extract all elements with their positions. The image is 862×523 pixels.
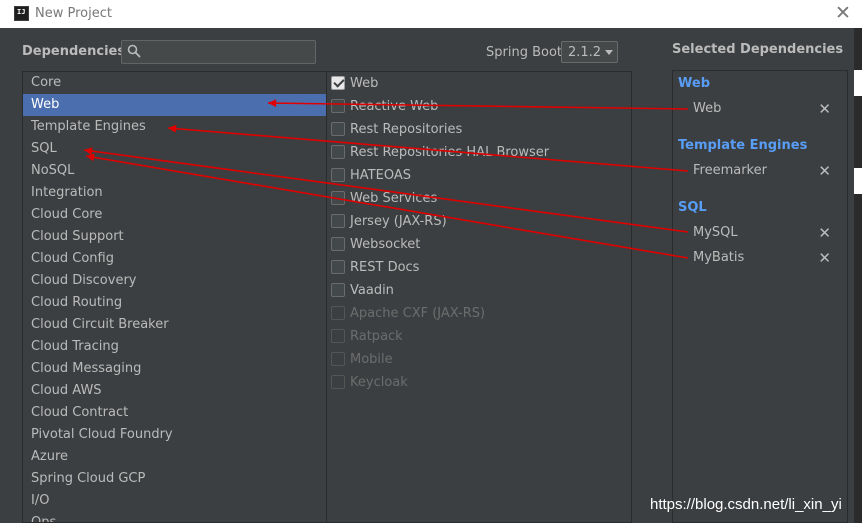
dependency-checkbox[interactable] [331, 214, 345, 228]
dependency-item[interactable]: Rest Repositories [331, 119, 627, 141]
selected-group-heading: SQL [678, 200, 707, 215]
dependency-label: Jersey (JAX-RS) [350, 214, 447, 229]
close-icon[interactable]: ✕ [832, 4, 854, 24]
spring-boot-label: Spring Boot [486, 45, 563, 60]
dependency-item[interactable]: REST Docs [331, 257, 627, 279]
title-bar: IJ New Project ✕ [0, 0, 862, 28]
dependency-checkbox[interactable] [331, 191, 345, 205]
dependency-checkbox [331, 375, 345, 389]
dependency-item[interactable]: Web [331, 73, 627, 95]
selected-dependency-item: Freemarker ✕ [693, 162, 843, 183]
category-item[interactable]: NoSQL [23, 160, 326, 182]
dependency-label: Rest Repositories HAL Browser [350, 145, 550, 160]
dependency-list[interactable]: Web Reactive Web Rest Repositories Rest Rep… [326, 71, 632, 523]
dependency-checkbox[interactable] [331, 76, 345, 90]
dependency-item: Apache CXF (JAX-RS) [331, 303, 627, 325]
category-item[interactable]: Pivotal Cloud Foundry [23, 424, 326, 446]
selected-dependency-label: MyBatis [693, 250, 745, 265]
category-item[interactable]: Integration [23, 182, 326, 204]
intellij-app-icon: IJ [14, 6, 29, 21]
dependency-item[interactable]: Rest Repositories HAL Browser [331, 142, 627, 164]
category-item[interactable]: Web [23, 94, 326, 116]
category-item[interactable]: Spring Cloud GCP [23, 468, 326, 490]
selected-dependencies-title: Selected Dependencies [672, 42, 844, 57]
selected-dependency-label: MySQL [693, 225, 738, 240]
dependency-label: Ratpack [350, 329, 403, 344]
dependency-checkbox [331, 329, 345, 343]
category-item[interactable]: Cloud Messaging [23, 358, 326, 380]
dependency-item[interactable]: HATEOAS [331, 165, 627, 187]
category-item[interactable]: Azure [23, 446, 326, 468]
dependency-item[interactable]: Websocket [331, 234, 627, 256]
background-strip-mark [854, 168, 862, 194]
dependency-item: Ratpack [331, 326, 627, 348]
category-item[interactable]: Cloud Circuit Breaker [23, 314, 326, 336]
dependency-label: Websocket [350, 237, 421, 252]
category-list[interactable]: Core Web Template Engines SQL NoSQL Integrati… [22, 71, 327, 523]
spring-boot-version-select[interactable]: 2.1.2 [561, 41, 618, 63]
dependency-checkbox[interactable] [331, 145, 345, 159]
category-item[interactable]: Cloud Discovery [23, 270, 326, 292]
chevron-down-icon [605, 50, 613, 55]
dependency-label: REST Docs [350, 260, 420, 275]
selected-dependency-item: MyBatis ✕ [693, 249, 843, 270]
background-strip-mark [854, 70, 862, 96]
dependency-checkbox[interactable] [331, 122, 345, 136]
dependency-checkbox[interactable] [331, 260, 345, 274]
dependency-item[interactable]: Jersey (JAX-RS) [331, 211, 627, 233]
dependency-label: Vaadin [350, 283, 394, 298]
dependency-checkbox[interactable] [331, 99, 345, 113]
dependency-label: HATEOAS [350, 168, 411, 183]
background-window-strip [854, 28, 862, 523]
selected-dependency-item: MySQL ✕ [693, 224, 843, 245]
dependency-checkbox [331, 352, 345, 366]
category-item[interactable]: Cloud Contract [23, 402, 326, 424]
category-item[interactable]: Template Engines [23, 116, 326, 138]
dependency-item[interactable]: Web Services [331, 188, 627, 210]
category-item[interactable]: Cloud Config [23, 248, 326, 270]
category-item[interactable]: Cloud Core [23, 204, 326, 226]
category-item[interactable]: Cloud Tracing [23, 336, 326, 358]
category-item[interactable]: Ops [23, 512, 326, 522]
selected-dependencies-panel: Web Web ✕ Template Engines Freemarker ✕ SQL MyS… [672, 70, 848, 523]
dependency-item: Mobile [331, 349, 627, 371]
app-icon-text: IJ [17, 8, 26, 16]
watermark: https://blog.csdn.net/li_xin_yi [650, 496, 842, 513]
category-item[interactable]: SQL [23, 138, 326, 160]
dependency-label: Rest Repositories [350, 122, 463, 137]
window-title: New Project [35, 6, 112, 21]
dependency-label: Web [350, 76, 379, 91]
category-item[interactable]: I/O [23, 490, 326, 512]
dependency-item: Keycloak [331, 372, 627, 394]
selected-group-heading: Web [678, 76, 710, 91]
dependencies-heading: Dependencies [22, 44, 126, 59]
dependency-item[interactable]: Reactive Web [331, 96, 627, 118]
search-box[interactable] [121, 40, 316, 64]
dependency-checkbox[interactable] [331, 168, 345, 182]
dependency-label: Reactive Web [350, 99, 439, 114]
dependency-checkbox[interactable] [331, 237, 345, 251]
remove-icon[interactable]: ✕ [818, 100, 831, 118]
dependency-label: Keycloak [350, 375, 408, 390]
selected-dependency-label: Web [693, 101, 722, 116]
dependency-checkbox [331, 306, 345, 320]
remove-icon[interactable]: ✕ [818, 224, 831, 242]
category-item[interactable]: Cloud AWS [23, 380, 326, 402]
selected-dependency-item: Web ✕ [693, 100, 843, 121]
category-item[interactable]: Cloud Support [23, 226, 326, 248]
spring-boot-version-value: 2.1.2 [568, 45, 602, 60]
category-item[interactable]: Core [23, 72, 326, 94]
category-item[interactable]: Cloud Routing [23, 292, 326, 314]
dependency-label: Mobile [350, 352, 393, 367]
remove-icon[interactable]: ✕ [818, 162, 831, 180]
dependency-label: Apache CXF (JAX-RS) [350, 306, 486, 321]
selected-dependency-label: Freemarker [693, 163, 767, 178]
search-input[interactable] [146, 42, 311, 62]
dependency-item[interactable]: Vaadin [331, 280, 627, 302]
selected-group-heading: Template Engines [678, 138, 808, 153]
remove-icon[interactable]: ✕ [818, 249, 831, 267]
dependency-label: Web Services [350, 191, 438, 206]
dependency-checkbox[interactable] [331, 283, 345, 297]
search-icon [127, 44, 141, 58]
